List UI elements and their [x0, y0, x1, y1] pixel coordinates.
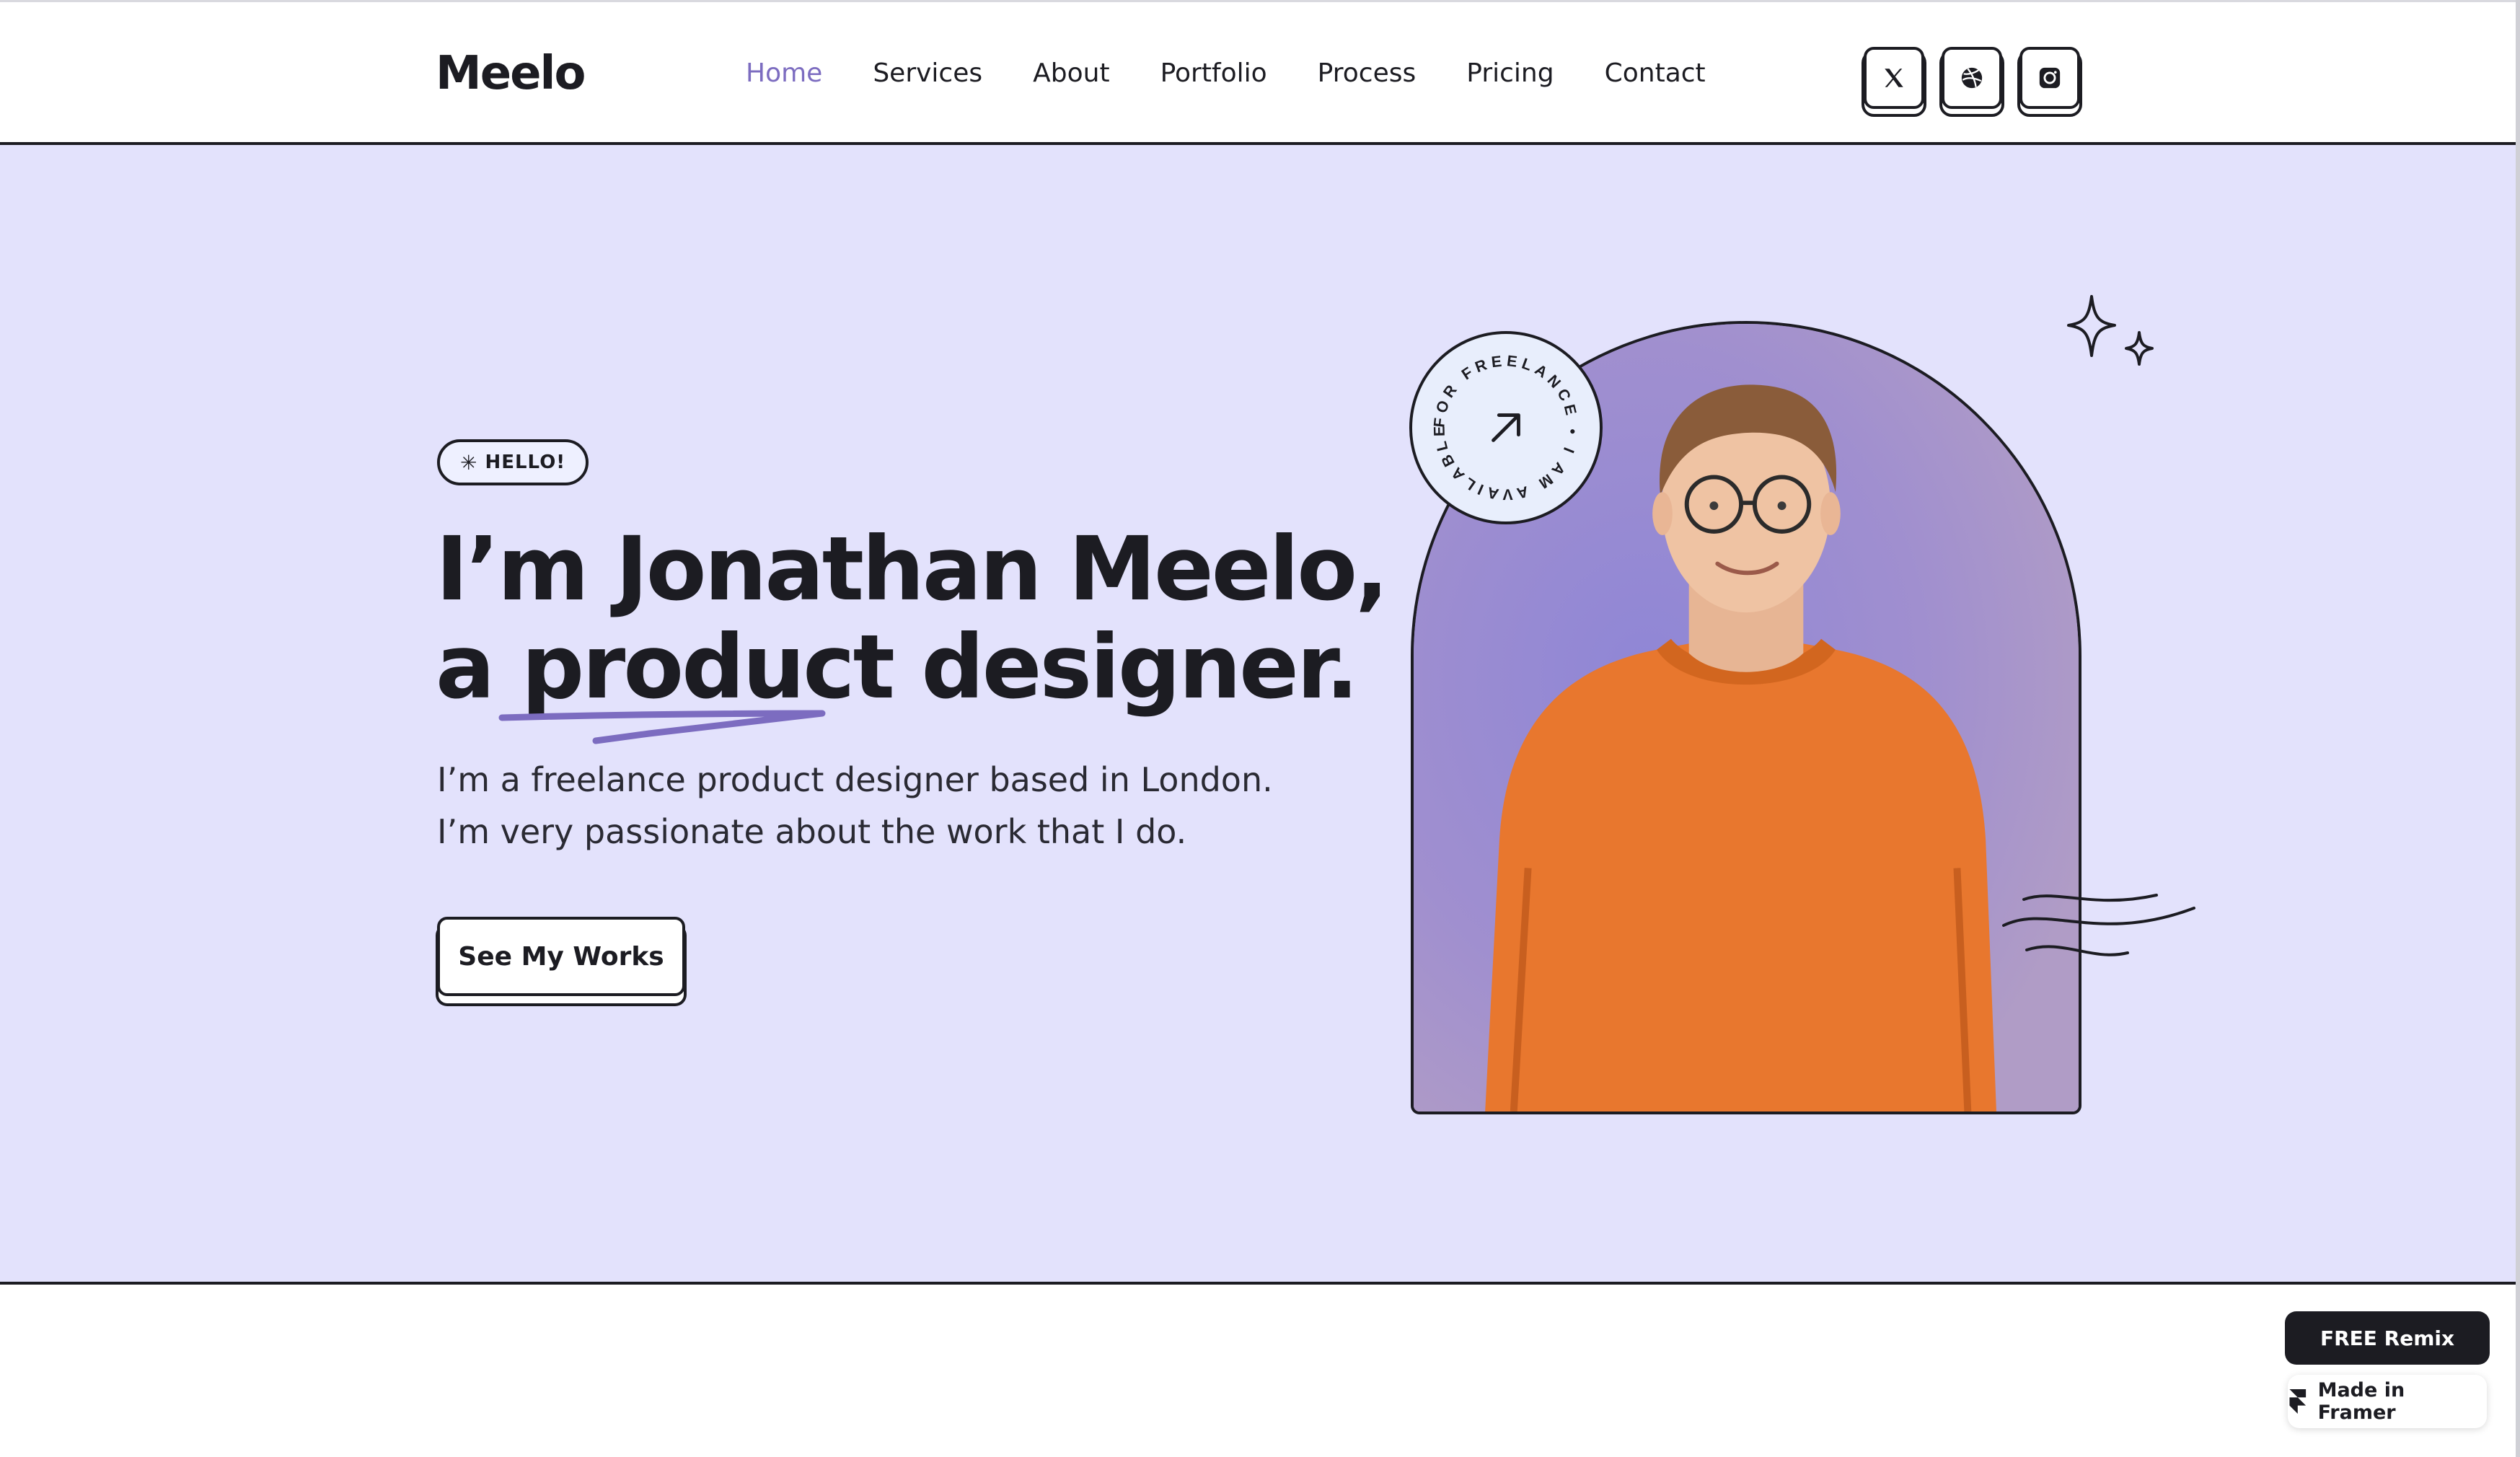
- freelance-badge[interactable]: FOR FREELANCE • I AM AVAILABLE •: [1407, 320, 1603, 524]
- svg-text:FOR FREELANCE • I AM AVAILABLE: FOR FREELANCE • I AM AVAILABLE •: [1412, 334, 1582, 503]
- headline-line-2: a product designer.: [436, 618, 1386, 716]
- headline-line-1: I’m Jonathan Meelo,: [436, 518, 1388, 620]
- nav-pricing[interactable]: Pricing: [1466, 58, 1554, 88]
- main-nav: Home Services About Portfolio Process Pr…: [746, 58, 1756, 88]
- decorative-waves: [2002, 894, 2195, 956]
- hero-section: ✳ HELLO! I’m Jonathan Meelo, a product d…: [0, 145, 2520, 1285]
- hero-headline: I’m Jonathan Meelo, a product designer.: [436, 518, 1388, 716]
- site-header: Meelo Home Services About Portfolio Proc…: [0, 2, 2520, 145]
- window-edge: [2516, 0, 2520, 1457]
- arrow-up-right-icon: [1492, 413, 1520, 442]
- hello-badge-label: HELLO!: [485, 452, 566, 473]
- freelance-badge-graphic: FOR FREELANCE • I AM AVAILABLE •: [1407, 320, 1582, 503]
- made-in-framer-badge[interactable]: Made in Framer: [2288, 1375, 2487, 1428]
- dribbble-button[interactable]: [1942, 47, 2002, 109]
- free-remix-button[interactable]: FREE Remix: [2285, 1311, 2490, 1365]
- freelance-badge-text: FOR FREELANCE • I AM AVAILABLE •: [1407, 320, 1577, 503]
- intro-line-1: I’m a freelance product designer based i…: [437, 760, 1273, 799]
- sparkles-icon: [2067, 295, 2154, 366]
- intro-line-2: I’m very passionate about the work that …: [437, 812, 1187, 851]
- dribbble-icon: [1961, 67, 1983, 89]
- see-my-works-button[interactable]: See My Works: [437, 917, 685, 996]
- nav-portfolio[interactable]: Portfolio: [1160, 58, 1267, 88]
- site-logo[interactable]: Meelo: [436, 47, 586, 100]
- underline-scribble: [498, 710, 826, 744]
- nav-about[interactable]: About: [1033, 58, 1109, 88]
- headline-designer: designer.: [892, 616, 1359, 718]
- hello-badge: ✳ HELLO!: [437, 439, 589, 485]
- social-links: [1864, 47, 2080, 109]
- nav-home[interactable]: Home: [746, 58, 822, 88]
- nav-services[interactable]: Services: [873, 58, 982, 88]
- nav-process[interactable]: Process: [1318, 58, 1417, 88]
- headline-product: product: [521, 616, 895, 718]
- x-twitter-icon: [1885, 69, 1903, 87]
- asterisk-icon: ✳: [460, 450, 478, 475]
- instagram-button[interactable]: [2019, 47, 2080, 109]
- instagram-icon: [2039, 67, 2061, 89]
- headline-a: a: [436, 616, 521, 718]
- hero-intro: I’m a freelance product designer based i…: [437, 754, 1273, 858]
- framer-logo-icon: [2289, 1389, 2307, 1414]
- x-twitter-button[interactable]: [1864, 47, 1924, 109]
- made-in-framer-label: Made in Framer: [2317, 1379, 2405, 1424]
- nav-contact[interactable]: Contact: [1605, 58, 1706, 88]
